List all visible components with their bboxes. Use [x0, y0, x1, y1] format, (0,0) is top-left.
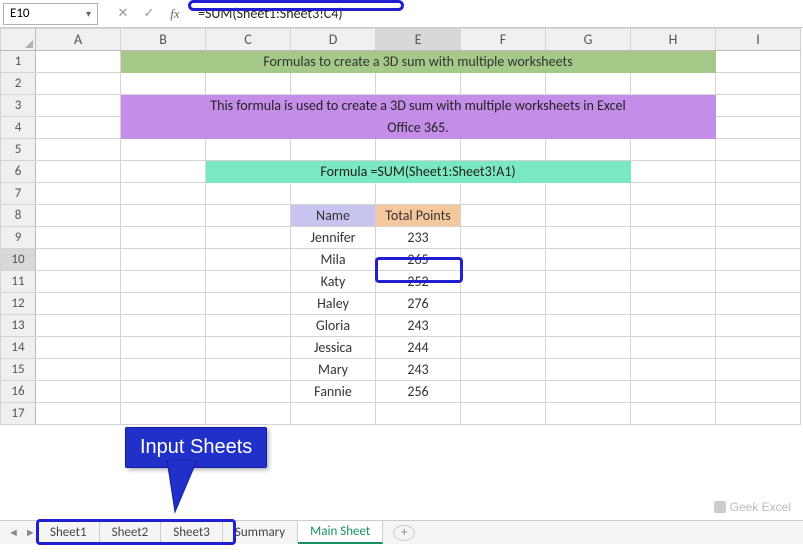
cell-total-1[interactable]: 265	[376, 249, 461, 271]
row-head-3[interactable]: 3	[1, 95, 36, 117]
title-cell[interactable]: Formulas to create a 3D sum with multipl…	[121, 51, 716, 73]
cell-total-5[interactable]: 244	[376, 337, 461, 359]
fx-icon[interactable]: fx	[166, 6, 184, 22]
row-head-1[interactable]: 1	[1, 51, 36, 73]
row-head-7[interactable]: 7	[1, 183, 36, 205]
row-head-13[interactable]: 13	[1, 315, 36, 337]
tab-sheet2[interactable]: Sheet2	[100, 522, 162, 543]
description-cell-line1[interactable]: This formula is used to create a 3D sum …	[121, 95, 716, 117]
col-head-E[interactable]: E	[376, 29, 461, 51]
cell-name-7[interactable]: Fannie	[291, 381, 376, 403]
watermark: Geek Excel	[714, 500, 791, 514]
select-all-corner[interactable]	[1, 29, 36, 51]
cell-name-4[interactable]: Gloria	[291, 315, 376, 337]
cell-name-1[interactable]: Mila	[291, 249, 376, 271]
name-box-value: E10	[10, 6, 30, 21]
cell-total-2[interactable]: 252	[376, 271, 461, 293]
tab-nav-prev-icon[interactable]: ◄	[6, 526, 21, 539]
callout-arrow-icon	[157, 460, 217, 520]
row-head-5[interactable]: 5	[1, 139, 36, 161]
formula-input[interactable]: =SUM(Sheet1:Sheet3!C4)	[192, 3, 803, 24]
row-head-2[interactable]: 2	[1, 73, 36, 95]
header-total[interactable]: Total Points	[376, 205, 461, 227]
col-head-F[interactable]: F	[461, 29, 546, 51]
cell-total-4[interactable]: 243	[376, 315, 461, 337]
col-head-G[interactable]: G	[546, 29, 631, 51]
cancel-icon[interactable]: ✕	[114, 6, 132, 21]
col-head-C[interactable]: C	[206, 29, 291, 51]
formula-bar-controls: ✕ ✓ fx	[110, 6, 188, 22]
cell-total-0[interactable]: 233	[376, 227, 461, 249]
cell-total-7[interactable]: 256	[376, 381, 461, 403]
cell-total-6[interactable]: 243	[376, 359, 461, 381]
row-head-4[interactable]: 4	[1, 117, 36, 139]
header-name[interactable]: Name	[291, 205, 376, 227]
watermark-text: Geek Excel	[730, 500, 791, 514]
tab-main-sheet[interactable]: Main Sheet	[298, 521, 383, 544]
formula-example-cell[interactable]: Formula =SUM(Sheet1:Sheet3!A1)	[206, 161, 631, 183]
tab-sheet3[interactable]: Sheet3	[161, 522, 223, 543]
cell-name-0[interactable]: Jennifer	[291, 227, 376, 249]
formula-bar: E10 ▾ ✕ ✓ fx =SUM(Sheet1:Sheet3!C4)	[0, 0, 803, 28]
row-head-8[interactable]: 8	[1, 205, 36, 227]
col-head-H[interactable]: H	[631, 29, 716, 51]
sheet-tabs: ◄ ► Sheet1 Sheet2 Sheet3 Summary Main Sh…	[0, 520, 803, 544]
worksheet-grid[interactable]: A B C D E F G H I 1 Formulas to create a…	[0, 28, 803, 425]
tab-nav: ◄ ►	[6, 526, 38, 539]
row-head-16[interactable]: 16	[1, 381, 36, 403]
row-head-6[interactable]: 6	[1, 161, 36, 183]
col-head-I[interactable]: I	[716, 29, 801, 51]
name-box-dropdown-icon[interactable]: ▾	[86, 7, 91, 20]
cell-name-2[interactable]: Katy	[291, 271, 376, 293]
col-head-D[interactable]: D	[291, 29, 376, 51]
tab-nav-next-icon[interactable]: ►	[23, 526, 38, 539]
col-head-B[interactable]: B	[121, 29, 206, 51]
row-head-14[interactable]: 14	[1, 337, 36, 359]
callout-label: Input Sheets	[140, 436, 252, 458]
watermark-logo-icon	[714, 501, 726, 513]
row-head-9[interactable]: 9	[1, 227, 36, 249]
row-head-12[interactable]: 12	[1, 293, 36, 315]
row-head-10[interactable]: 10	[1, 249, 36, 271]
row-head-11[interactable]: 11	[1, 271, 36, 293]
confirm-icon[interactable]: ✓	[140, 6, 158, 21]
cell-name-3[interactable]: Haley	[291, 293, 376, 315]
cell-name-5[interactable]: Jessica	[291, 337, 376, 359]
tab-summary[interactable]: Summary	[223, 522, 298, 543]
description-cell-line2[interactable]: Office 365.	[121, 117, 716, 139]
row-head-15[interactable]: 15	[1, 359, 36, 381]
callout-input-sheets: Input Sheets	[125, 427, 267, 468]
cell-name-6[interactable]: Mary	[291, 359, 376, 381]
name-box[interactable]: E10 ▾	[3, 3, 98, 25]
add-sheet-button[interactable]: +	[393, 525, 415, 541]
col-head-A[interactable]: A	[36, 29, 121, 51]
tab-sheet1[interactable]: Sheet1	[38, 522, 100, 543]
row-head-17[interactable]: 17	[1, 403, 36, 425]
cell-total-3[interactable]: 276	[376, 293, 461, 315]
